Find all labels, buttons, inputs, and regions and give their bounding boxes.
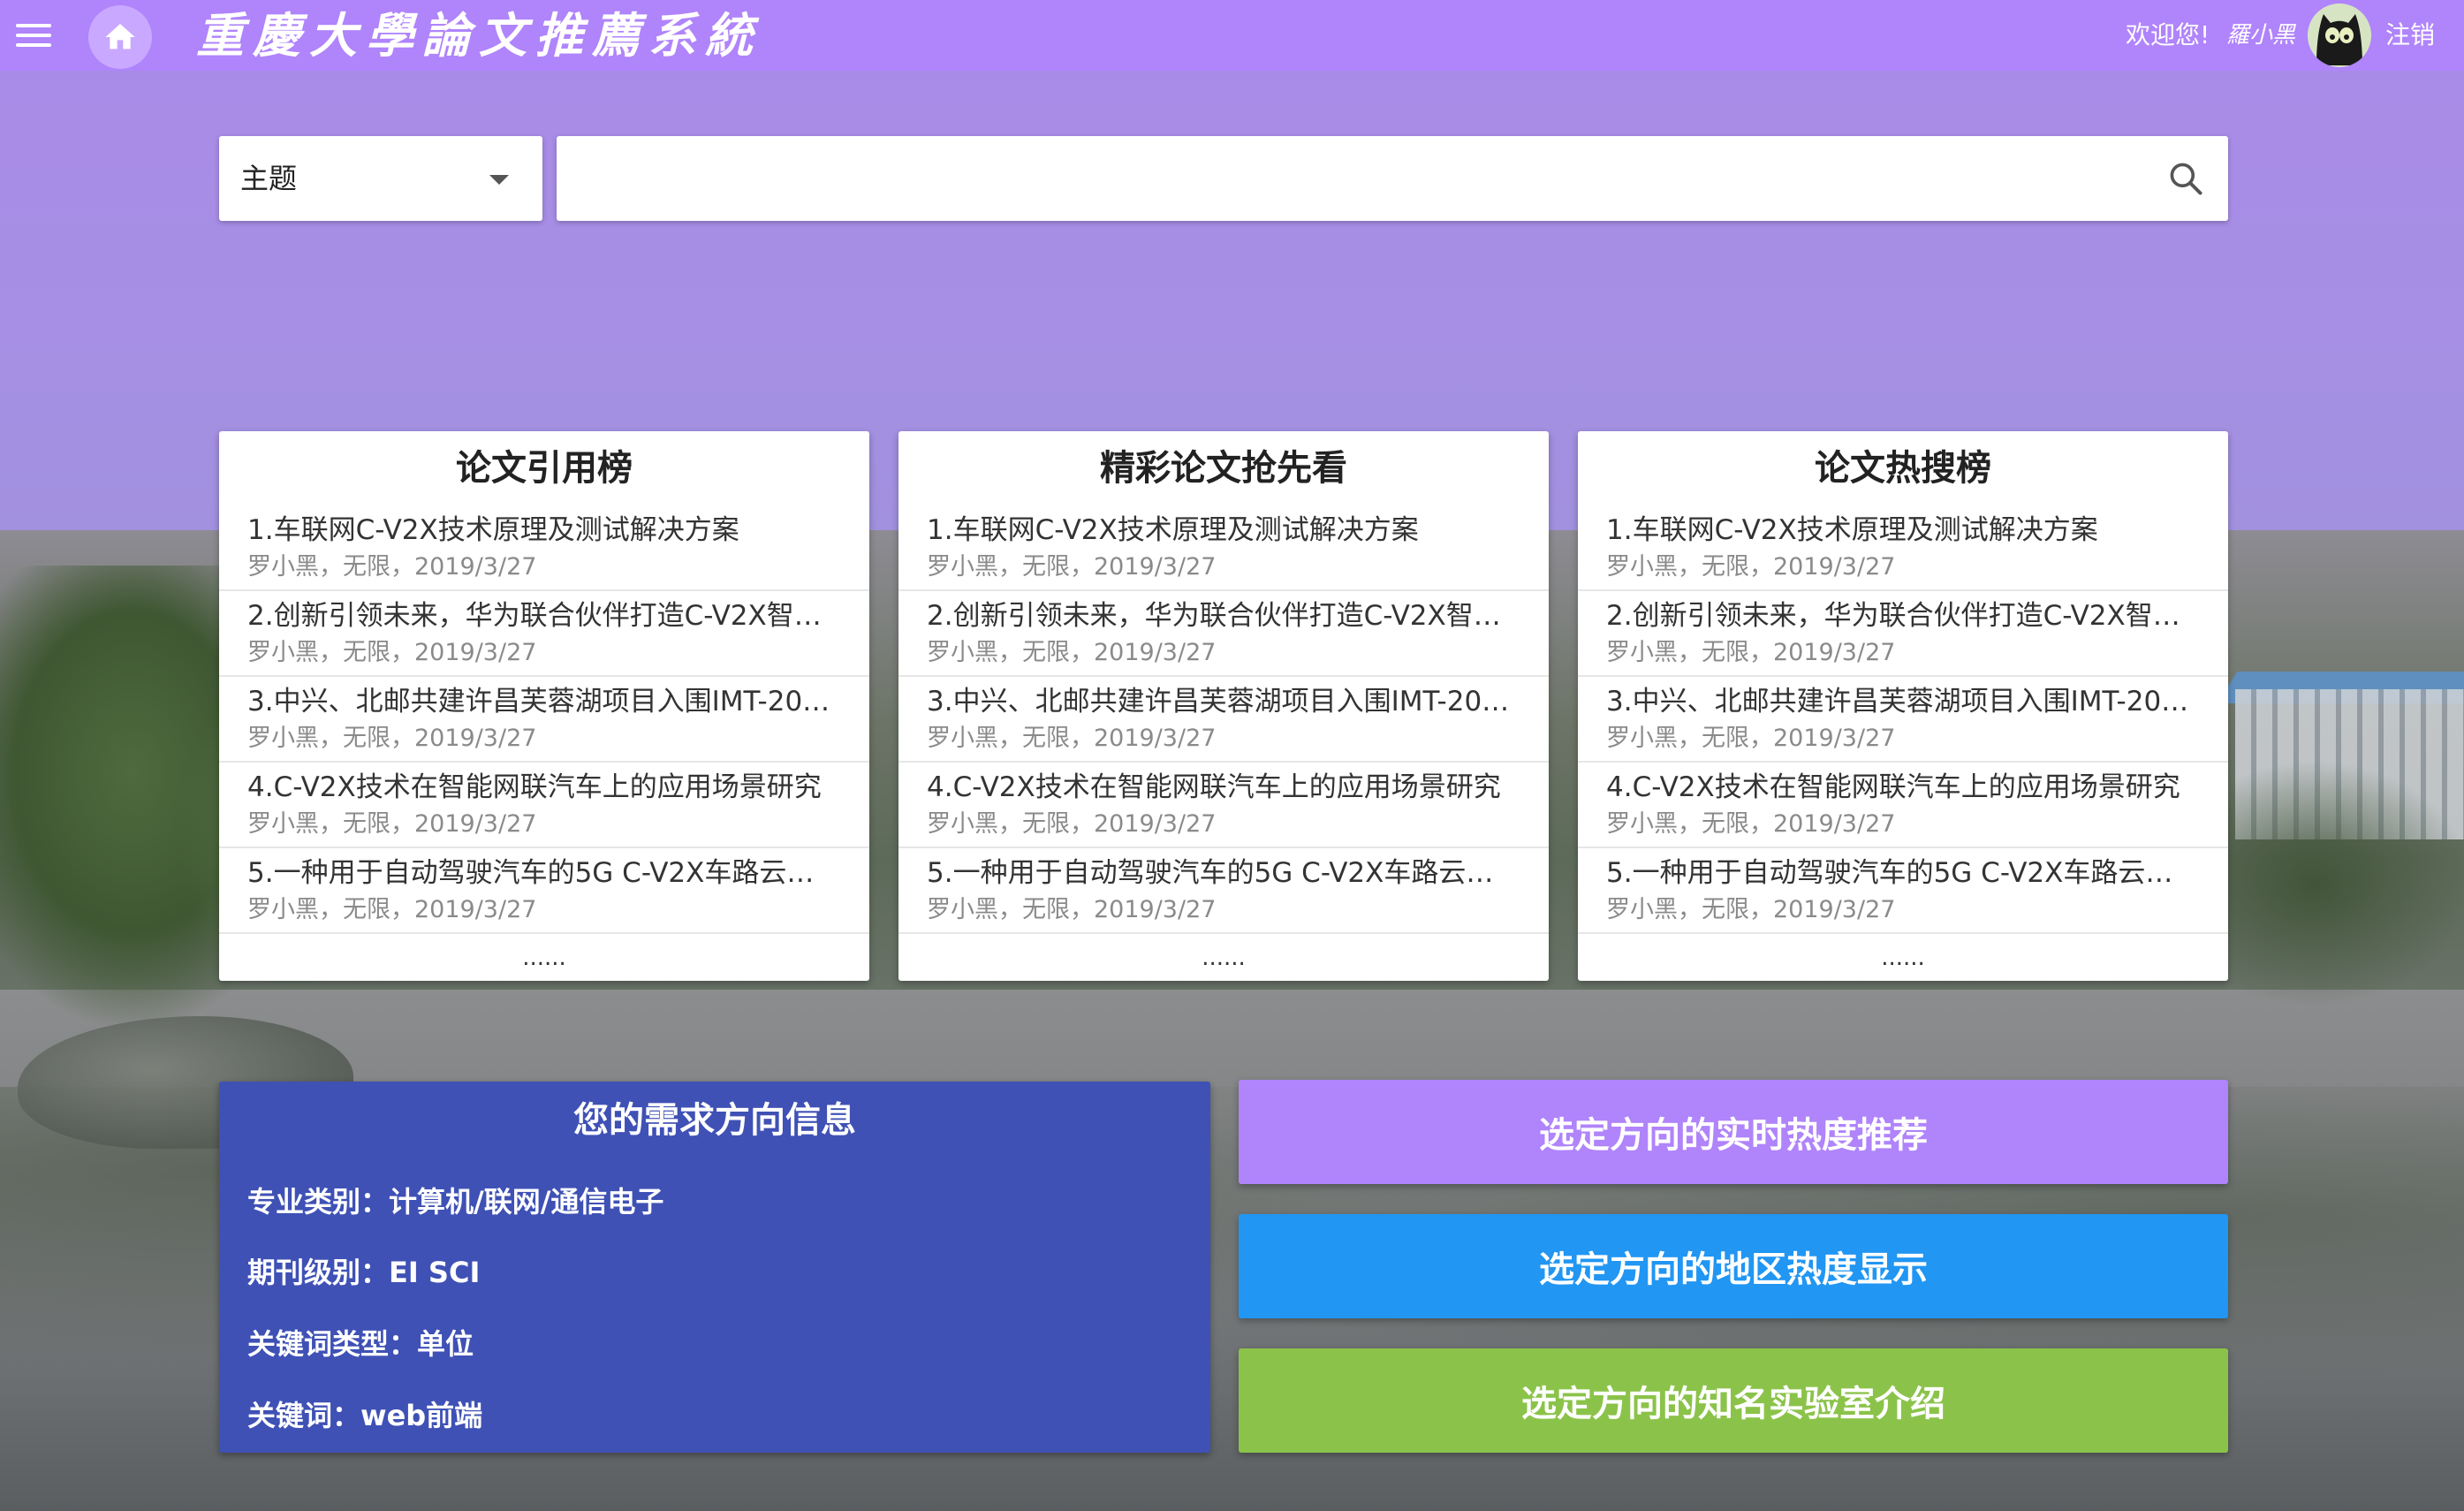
- list-item[interactable]: 4.C-V2X技术在智能网联汽车上的应用场景研究 罗小黑，无限，2019/3/2…: [219, 763, 869, 848]
- chevron-down-icon: [489, 175, 509, 185]
- list-item[interactable]: 5.一种用于自动驾驶汽车的5G C-V2X车路云… 罗小黑，无限，2019/3/…: [898, 848, 1549, 934]
- info-major: 专业类别：计算机/联网/通信电子: [247, 1185, 664, 1219]
- paper-meta: 罗小黑，无限，2019/3/27: [247, 810, 537, 838]
- list-item[interactable]: 2.创新引领未来，华为联合伙伴打造C-V2X智… 罗小黑，无限，2019/3/2…: [219, 591, 869, 677]
- app-title: 重慶大學論文推薦系統: [196, 7, 762, 64]
- cat-avatar-icon: [2308, 4, 2371, 67]
- list-item[interactable]: 1.车联网C-V2X技术原理及测试解决方案 罗小黑，无限，2019/3/27: [219, 505, 869, 591]
- paper-title: 5.一种用于自动驾驶汽车的5G C-V2X车路云…: [247, 857, 815, 889]
- home-button[interactable]: [88, 5, 152, 69]
- search-bar: [557, 136, 2228, 221]
- welcome-text: 欢迎您!: [2126, 20, 2210, 49]
- paper-meta: 罗小黑，无限，2019/3/27: [1606, 639, 1896, 666]
- list-item[interactable]: 5.一种用于自动驾驶汽车的5G C-V2X车路云… 罗小黑，无限，2019/3/…: [219, 848, 869, 934]
- search-icon[interactable]: [2166, 159, 2205, 198]
- avatar[interactable]: [2308, 4, 2371, 67]
- menu-icon[interactable]: [16, 18, 57, 53]
- ranking-card-hot-search: 论文热搜榜 1.车联网C-V2X技术原理及测试解决方案 罗小黑，无限，2019/…: [1578, 431, 2228, 981]
- info-panel-title: 您的需求方向信息: [573, 1100, 856, 1141]
- paper-title: 5.一种用于自动驾驶汽车的5G C-V2X车路云…: [1606, 857, 2173, 889]
- paper-title: 4.C-V2X技术在智能网联汽车上的应用场景研究: [1606, 771, 2180, 803]
- paper-meta: 罗小黑，无限，2019/3/27: [927, 725, 1217, 752]
- paper-title: 1.车联网C-V2X技术原理及测试解决方案: [1606, 514, 2098, 546]
- list-item[interactable]: 3.中兴、北邮共建许昌芙蓉湖项目入围IMT-20… 罗小黑，无限，2019/3/…: [898, 677, 1549, 763]
- ranking-card-featured: 精彩论文抢先看 1.车联网C-V2X技术原理及测试解决方案 罗小黑，无限，201…: [898, 431, 1549, 981]
- requirement-info-panel: 您的需求方向信息 专业类别：计算机/联网/通信电子 期刊级别：EI SCI 关键…: [219, 1082, 1210, 1453]
- paper-meta: 罗小黑，无限，2019/3/27: [1606, 896, 1896, 923]
- more-link[interactable]: ......: [898, 934, 1549, 981]
- paper-meta: 罗小黑，无限，2019/3/27: [247, 725, 537, 752]
- search-input[interactable]: [574, 152, 2147, 205]
- logout-link[interactable]: 注销: [2385, 18, 2435, 53]
- search-category-select[interactable]: 主题: [219, 136, 542, 221]
- paper-title: 3.中兴、北邮共建许昌芙蓉湖项目入围IMT-20…: [1606, 686, 2189, 718]
- paper-title: 2.创新引领未来，华为联合伙伴打造C-V2X智…: [247, 600, 822, 632]
- username: 羅小黑: [2226, 22, 2296, 49]
- paper-meta: 罗小黑，无限，2019/3/27: [247, 639, 537, 666]
- card-title: 精彩论文抢先看: [1100, 448, 1347, 489]
- list-item[interactable]: 3.中兴、北邮共建许昌芙蓉湖项目入围IMT-20… 罗小黑，无限，2019/3/…: [1578, 677, 2228, 763]
- list-item[interactable]: 2.创新引领未来，华为联合伙伴打造C-V2X智… 罗小黑，无限，2019/3/2…: [1578, 591, 2228, 677]
- card-title: 论文引用榜: [456, 448, 633, 489]
- top-app-bar: 重慶大學論文推薦系統 欢迎您! 羅小黑 注销: [0, 0, 2464, 71]
- region-heat-button[interactable]: 选定方向的地区热度显示: [1239, 1214, 2228, 1318]
- list-item[interactable]: 4.C-V2X技术在智能网联汽车上的应用场景研究 罗小黑，无限，2019/3/2…: [898, 763, 1549, 848]
- list-item[interactable]: 5.一种用于自动驾驶汽车的5G C-V2X车路云… 罗小黑，无限，2019/3/…: [1578, 848, 2228, 934]
- paper-meta: 罗小黑，无限，2019/3/27: [1606, 553, 1896, 581]
- card-title: 论文热搜榜: [1815, 448, 1991, 489]
- paper-meta: 罗小黑，无限，2019/3/27: [927, 896, 1217, 923]
- paper-title: 2.创新引领未来，华为联合伙伴打造C-V2X智…: [1606, 600, 2180, 632]
- list-item[interactable]: 2.创新引领未来，华为联合伙伴打造C-V2X智… 罗小黑，无限，2019/3/2…: [898, 591, 1549, 677]
- paper-meta: 罗小黑，无限，2019/3/27: [1606, 725, 1896, 752]
- list-item[interactable]: 3.中兴、北邮共建许昌芙蓉湖项目入围IMT-20… 罗小黑，无限，2019/3/…: [219, 677, 869, 763]
- paper-title: 1.车联网C-V2X技术原理及测试解决方案: [247, 514, 739, 546]
- paper-title: 1.车联网C-V2X技术原理及测试解决方案: [927, 514, 1419, 546]
- paper-meta: 罗小黑，无限，2019/3/27: [927, 810, 1217, 838]
- info-keyword-type: 关键词类型：单位: [247, 1327, 474, 1361]
- ranking-card-citation: 论文引用榜 1.车联网C-V2X技术原理及测试解决方案 罗小黑，无限，2019/…: [219, 431, 869, 981]
- more-link[interactable]: ......: [1578, 934, 2228, 981]
- paper-meta: 罗小黑，无限，2019/3/27: [247, 896, 537, 923]
- list-item[interactable]: 4.C-V2X技术在智能网联汽车上的应用场景研究 罗小黑，无限，2019/3/2…: [1578, 763, 2228, 848]
- paper-title: 2.创新引领未来，华为联合伙伴打造C-V2X智…: [927, 600, 1501, 632]
- list-item[interactable]: 1.车联网C-V2X技术原理及测试解决方案 罗小黑，无限，2019/3/27: [898, 505, 1549, 591]
- info-journal-level: 期刊级别：EI SCI: [247, 1256, 481, 1289]
- paper-title: 5.一种用于自动驾驶汽车的5G C-V2X车路云…: [927, 857, 1494, 889]
- paper-meta: 罗小黑，无限，2019/3/27: [1606, 810, 1896, 838]
- more-link[interactable]: ......: [219, 934, 869, 981]
- paper-meta: 罗小黑，无限，2019/3/27: [927, 639, 1217, 666]
- search-category-value: 主题: [240, 162, 298, 195]
- list-item[interactable]: 1.车联网C-V2X技术原理及测试解决方案 罗小黑，无限，2019/3/27: [1578, 505, 2228, 591]
- paper-meta: 罗小黑，无限，2019/3/27: [927, 553, 1217, 581]
- home-icon: [105, 24, 135, 49]
- paper-title: 4.C-V2X技术在智能网联汽车上的应用场景研究: [927, 771, 1501, 803]
- paper-title: 3.中兴、北邮共建许昌芙蓉湖项目入围IMT-20…: [247, 686, 830, 718]
- paper-title: 3.中兴、北邮共建许昌芙蓉湖项目入围IMT-20…: [927, 686, 1510, 718]
- paper-meta: 罗小黑，无限，2019/3/27: [247, 553, 537, 581]
- info-keyword: 关键词：web前端: [247, 1399, 483, 1432]
- paper-title: 4.C-V2X技术在智能网联汽车上的应用场景研究: [247, 771, 822, 803]
- realtime-heat-button[interactable]: 选定方向的实时热度推荐: [1239, 1080, 2228, 1184]
- famous-labs-button[interactable]: 选定方向的知名实验室介绍: [1239, 1348, 2228, 1453]
